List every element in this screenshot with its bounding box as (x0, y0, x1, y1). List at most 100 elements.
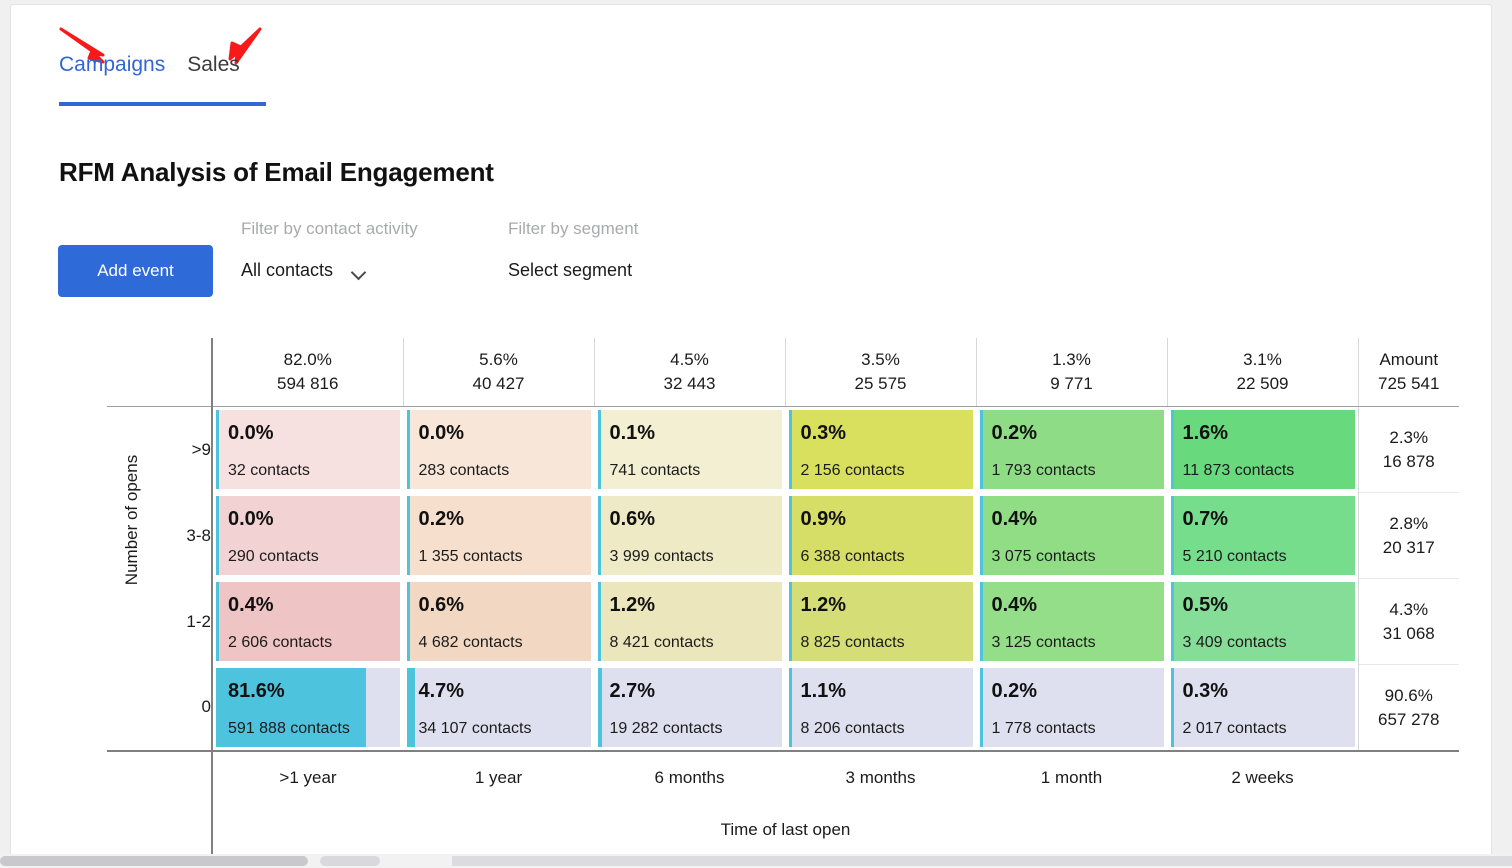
heatmap-cell-container: 0.0% 290 contacts (211, 492, 403, 579)
heatmap-cell[interactable]: 0.0% 283 contacts (406, 410, 591, 489)
contact-activity-value: All contacts (241, 260, 334, 280)
heatmap-cell-contacts: 6 388 contacts (800, 547, 905, 565)
heatmap-cell-container: 1.6% 11 873 contacts (1166, 406, 1358, 493)
heatmap-row: 1-2 0.4% 2 606 contacts 0.6% 4 682 contacts 1… (107, 578, 1459, 665)
heatmap-cell-contacts: 591 888 contacts (228, 719, 350, 737)
heatmap-cell[interactable]: 0.0% 32 contacts (216, 410, 400, 489)
x-axis-tick-label: 6 months (654, 768, 725, 787)
heatmap-cell-container: 0.2% 1 793 contacts (975, 406, 1167, 493)
column-total-count: 594 816 (277, 374, 339, 393)
heatmap-cell[interactable]: 0.4% 3 125 contacts (979, 581, 1164, 661)
segment-select[interactable]: Select segment (508, 260, 632, 281)
segment-filter-label: Filter by segment (508, 219, 639, 238)
heatmap-cell[interactable]: 1.2% 8 421 contacts (597, 581, 782, 661)
column-total-header: 3.1% 22 509 (1166, 338, 1358, 407)
heatmap-cell-container: 0.5% 3 409 contacts (1166, 578, 1358, 665)
heatmap-cell-contacts: 2 017 contacts (1182, 719, 1287, 737)
heatmap-cell[interactable]: 0.2% 1 793 contacts (979, 410, 1164, 489)
horizontal-scrollbar[interactable] (0, 854, 1512, 868)
heatmap-cell[interactable]: 0.7% 5 210 contacts (1170, 495, 1355, 575)
heatmap-cell-contacts: 4 682 contacts (418, 633, 523, 651)
heatmap-cell-contacts: 3 125 contacts (991, 633, 1096, 651)
heatmap-cell[interactable]: 1.6% 11 873 contacts (1170, 410, 1355, 489)
heatmap-cell-contacts: 8 421 contacts (609, 633, 714, 651)
heatmap-cell-percent: 0.0% (228, 507, 274, 530)
heatmap-row: 0 81.6% 591 888 contacts 4.7% 34 107 contact… (107, 664, 1459, 752)
heatmap-cell-container: 1.1% 8 206 contacts (784, 664, 976, 752)
heatmap-cell-container: 0.6% 3 999 contacts (593, 492, 785, 579)
heatmap-cell-contacts: 741 contacts (609, 462, 701, 479)
heatmap-cell-contacts: 8 206 contacts (800, 719, 905, 737)
heatmap-cell-contacts: 2 606 contacts (228, 633, 333, 651)
heatmap-cell[interactable]: 1.2% 8 825 contacts (788, 581, 973, 661)
heatmap-cell-container: 0.4% 3 075 contacts (975, 492, 1167, 579)
row-total: 90.6% 657 278 (1357, 664, 1459, 752)
heatmap-cell[interactable]: 0.3% 2 156 contacts (788, 410, 973, 489)
tab-sales[interactable]: Sales (187, 53, 240, 90)
tab-campaigns[interactable]: Campaigns (59, 53, 165, 90)
heatmap-cell[interactable]: 0.5% 3 409 contacts (1170, 581, 1355, 661)
heatmap-row: 3-8 0.0% 290 contacts 0.2% 1 355 contacts 0.6… (107, 492, 1459, 579)
app-page: Campaigns Sales RFM Analysis of Email En… (10, 4, 1492, 860)
heatmap-cell[interactable]: 0.4% 2 606 contacts (216, 581, 400, 661)
heatmap-cell-container: 1.2% 8 421 contacts (593, 578, 785, 665)
column-total-header: 82.0% 594 816 (211, 338, 403, 407)
heatmap-cell-contacts: 8 825 contacts (800, 633, 905, 651)
column-total-pct: 3.5% (861, 350, 900, 369)
column-total-header: 1.3% 9 771 (975, 338, 1167, 407)
row-total: 2.3% 16 878 (1357, 406, 1459, 493)
heatmap-cell-contacts: 1 355 contacts (418, 547, 523, 565)
heatmap-cell-percent: 1.2% (609, 593, 656, 616)
heatmap-cell[interactable]: 0.1% 741 contacts (597, 410, 782, 489)
row-total: 4.3% 31 068 (1357, 578, 1459, 665)
heatmap-x-ticks: >1 year 1 year 6 months 3 months 1 month 2 we… (107, 751, 1459, 804)
chevron-down-icon (353, 267, 367, 275)
rfm-heatmap: Number of opens 82.0% 594 816 5.6% 40 427 4.… (59, 338, 1459, 858)
heatmap-cell[interactable]: 81.6% 591 888 contacts (216, 667, 400, 747)
amount-header: Amount 725 541 (1357, 338, 1459, 407)
heatmap-cell-percent: 1.6% (1182, 422, 1229, 444)
heatmap-cell[interactable]: 0.0% 290 contacts (216, 495, 400, 575)
scrollbar-track[interactable] (452, 856, 1512, 866)
column-total-header: 4.5% 32 443 (593, 338, 785, 407)
add-event-button[interactable]: Add event (58, 245, 213, 297)
column-total-header: 3.5% 25 575 (784, 338, 976, 407)
x-axis-tick-label: 2 weeks (1231, 768, 1294, 787)
heatmap-cell-percent: 0.4% (991, 593, 1038, 616)
heatmap-cell[interactable]: 0.6% 4 682 contacts (406, 581, 591, 661)
column-total-count: 9 771 (1050, 374, 1093, 393)
heatmap-cell[interactable]: 0.9% 6 388 contacts (788, 495, 973, 575)
column-total-count: 22 509 (1236, 374, 1289, 393)
x-axis-tick-label: 3 months (845, 768, 916, 787)
scrollbar-thumb[interactable] (0, 856, 308, 866)
column-total-count: 32 443 (663, 374, 716, 393)
tab-active-underline (59, 102, 266, 106)
heatmap-cell-container: 81.6% 591 888 contacts (211, 664, 403, 752)
heatmap-cell-container: 0.3% 2 017 contacts (1166, 664, 1358, 752)
heatmap-cell[interactable]: 1.1% 8 206 contacts (788, 667, 973, 747)
heatmap-cell-percent: 0.7% (1182, 507, 1229, 530)
heatmap-cell-contacts: 1 793 contacts (991, 462, 1096, 479)
heatmap-cell-container: 0.0% 32 contacts (211, 406, 403, 493)
scrollbar-thumb-secondary[interactable] (320, 856, 380, 866)
heatmap-cell-container: 0.1% 741 contacts (593, 406, 785, 493)
heatmap-cell-percent: 0.2% (991, 679, 1038, 702)
heatmap-cell[interactable]: 0.2% 1 355 contacts (406, 495, 591, 575)
heatmap-cell[interactable]: 0.2% 1 778 contacts (979, 667, 1164, 747)
heatmap-cell[interactable]: 0.6% 3 999 contacts (597, 495, 782, 575)
heatmap-cell-percent: 0.0% (418, 422, 465, 444)
row-total-pct: 2.8% (1389, 513, 1429, 533)
contact-activity-filter-label: Filter by contact activity (241, 219, 418, 238)
heatmap-cell[interactable]: 4.7% 34 107 contacts (406, 667, 591, 747)
column-total-count: 40 427 (472, 374, 525, 393)
heatmap-cell[interactable]: 0.4% 3 075 contacts (979, 495, 1164, 575)
heatmap-cell[interactable]: 0.3% 2 017 contacts (1170, 667, 1355, 747)
heatmap-cell-contacts: 3 075 contacts (991, 547, 1096, 565)
heatmap-cell-percent: 0.6% (418, 593, 465, 616)
heatmap-cell[interactable]: 2.7% 19 282 contacts (597, 667, 782, 747)
heatmap-cell-container: 0.2% 1 355 contacts (402, 492, 594, 579)
heatmap-cell-container: 0.7% 5 210 contacts (1166, 492, 1358, 579)
tab-bar: Campaigns Sales (59, 53, 240, 90)
contact-activity-select[interactable]: All contacts (241, 260, 367, 281)
column-total-pct: 3.1% (1243, 350, 1282, 369)
